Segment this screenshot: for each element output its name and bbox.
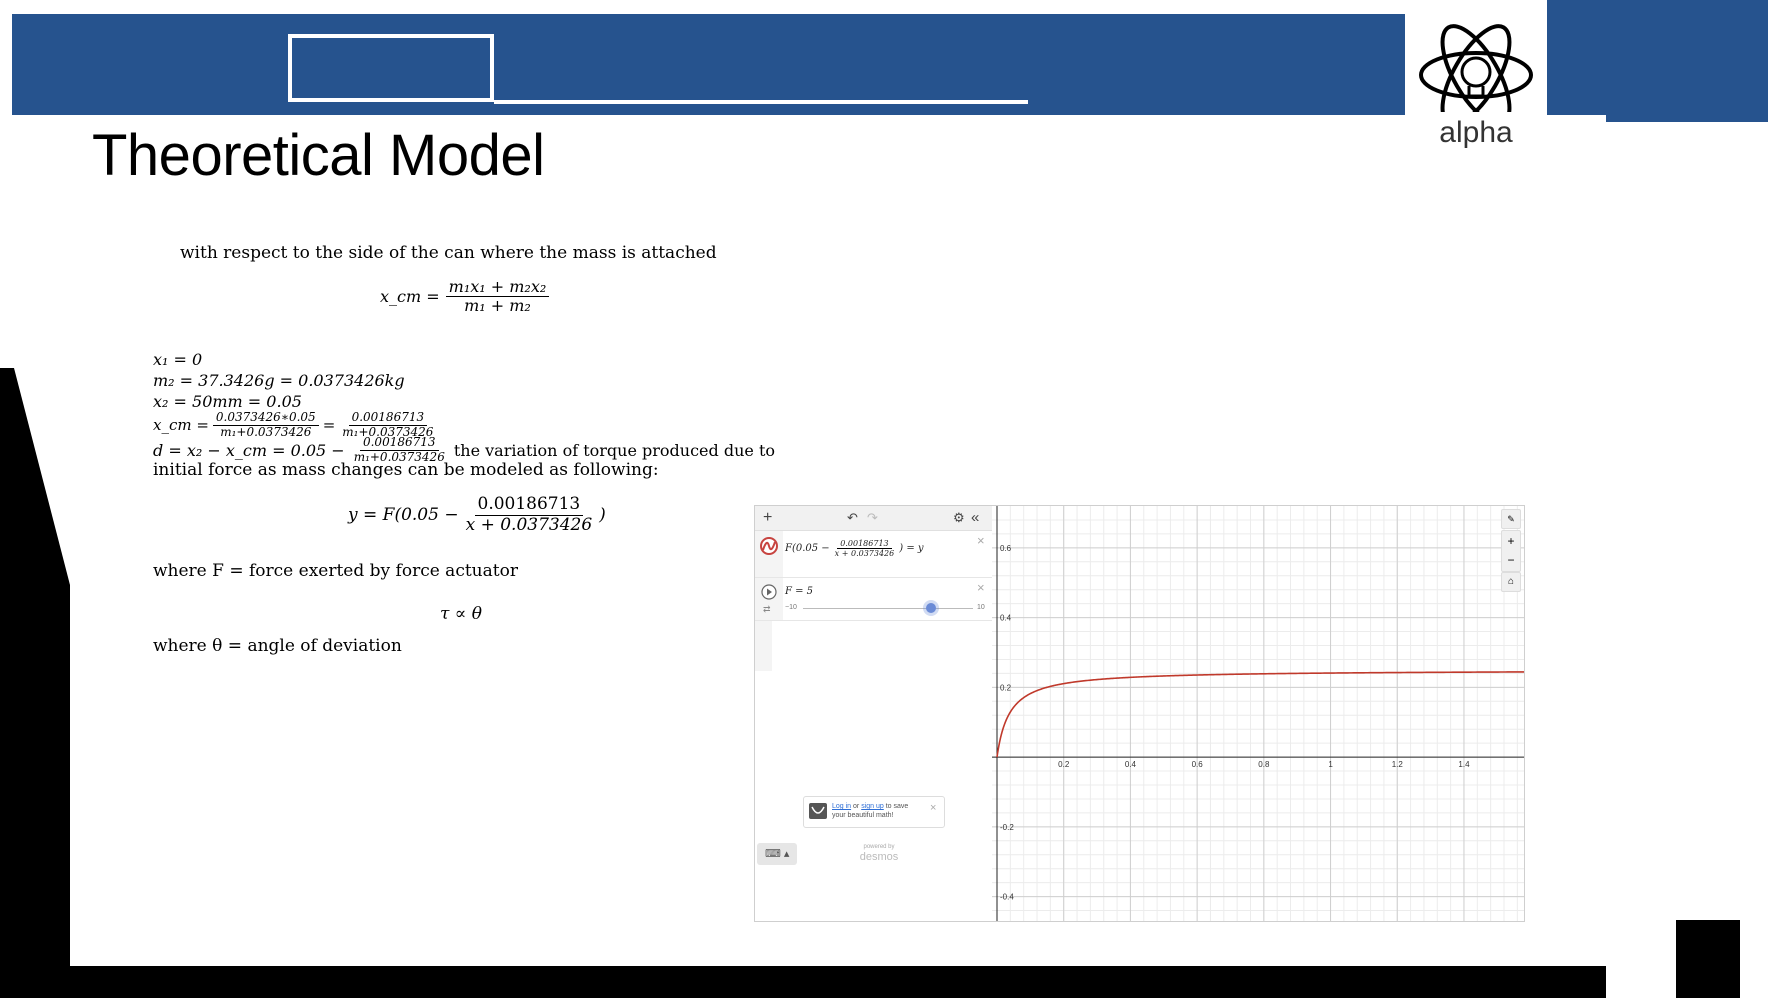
- y-formula: y = F(0.05 − 0.00186713 x + 0.0373426 ): [348, 494, 606, 535]
- expr1-den: x + 0.0373426: [834, 549, 895, 559]
- collapse-panel-icon[interactable]: «: [971, 509, 979, 526]
- redo-button[interactable]: ↷: [867, 510, 878, 526]
- add-expression-button[interactable]: +: [763, 509, 772, 527]
- xcm-lhs: x_cm =: [380, 287, 440, 307]
- wrench-icon: ✎: [1507, 514, 1515, 524]
- expression-row-2[interactable]: ⇄ F = 5 × −10 10: [755, 578, 992, 621]
- header-band-right: [1547, 0, 1768, 122]
- expression-1-formula[interactable]: F(0.05 − 0.00186713 x + 0.0373426 ) = y: [785, 539, 924, 558]
- x-tick-label: 1.2: [1392, 760, 1404, 769]
- zoom-out-button[interactable]: −: [1502, 551, 1520, 571]
- delete-expression-2-icon[interactable]: ×: [977, 580, 985, 595]
- eq-xcm-frac1-num: 0.0373426∗0.05: [212, 410, 319, 426]
- login-link[interactable]: Log in: [832, 803, 851, 810]
- where-f: where F = force exerted by force actuato…: [153, 561, 518, 581]
- expr1-rhs: ) = y: [899, 543, 924, 555]
- slider-track[interactable]: [803, 608, 973, 609]
- expression-panel: + ↶ ↷ ⚙ « F(0.05 − 0.00186713 x + 0.0373…: [755, 506, 993, 921]
- x-tick-label: 0.2: [1058, 760, 1070, 769]
- x-tick-label: 0.6: [1192, 760, 1204, 769]
- page-title: Theoretical Model: [92, 123, 545, 188]
- xcm-formula: x_cm = m₁x₁ + m₂x₂ m₁ + m₂: [380, 277, 550, 316]
- desmos-calculator: + ↶ ↷ ⚙ « F(0.05 − 0.00186713 x + 0.0373…: [754, 505, 1525, 922]
- signup-link[interactable]: sign up: [861, 803, 884, 810]
- xcm-numerator: m₁x₁ + m₂x₂: [445, 277, 550, 298]
- slider-label[interactable]: F = 5: [785, 586, 813, 597]
- login-tail: to save: [883, 803, 909, 810]
- eq-d-tail: the variation of torque produced due to: [453, 440, 776, 460]
- alpha-logo-icon: [1419, 24, 1533, 112]
- expr1-num: 0.00186713: [837, 539, 892, 550]
- keyboard-toggle-button[interactable]: ⌨ ▴: [757, 843, 797, 865]
- y-tick-label: -0.4: [1000, 893, 1014, 902]
- eq-x2: x₂ = 50mm = 0.05: [153, 392, 302, 411]
- slider-thumb[interactable]: [925, 603, 936, 613]
- y-fraction: 0.00186713 x + 0.0373426: [463, 494, 596, 535]
- graph-paper[interactable]: 0.2 0.4 0.6 0.8 1 1.2 1.4 0.6 0.4 0.2 -0.2 -0.4: [992, 506, 1524, 921]
- eq-xcm-frac2-num: 0.00186713: [348, 410, 428, 426]
- logo-wordmark: alpha: [1439, 116, 1513, 149]
- title-underline: [494, 100, 1028, 104]
- y-lhs: y = F(0.05 −: [348, 505, 459, 526]
- bottom-black-bar: [0, 966, 1606, 998]
- xcm-denominator: m₁ + m₂: [464, 296, 531, 316]
- eq-xcm-equals: =: [322, 416, 336, 435]
- corner-black-box: [1676, 920, 1740, 998]
- where-theta: where θ = angle of deviation: [153, 636, 402, 656]
- login-text: Log in or sign up to save your beautiful…: [832, 802, 908, 820]
- login-mid: or: [851, 803, 862, 810]
- eq-xcm-lhs: x_cm =: [153, 416, 209, 435]
- slider-max: 10: [977, 604, 985, 611]
- y-tick-label: 0.4: [1000, 614, 1012, 623]
- graph-background: [992, 506, 1524, 921]
- login-banner: Log in or sign up to save your beautiful…: [803, 796, 945, 828]
- desmos-brand: desmos: [859, 851, 899, 863]
- intro-text: with respect to the side of the can wher…: [180, 243, 717, 263]
- home-zoom-button[interactable]: ⌂: [1501, 572, 1521, 592]
- slider-settings-icon[interactable]: ⇄: [763, 604, 771, 615]
- play-slider-icon[interactable]: [761, 584, 777, 600]
- eq-m2: m₂ = 37.3426g = 0.0373426kg: [153, 371, 405, 390]
- expression-row-1[interactable]: F(0.05 − 0.00186713 x + 0.0373426 ) = y …: [755, 531, 992, 578]
- y-denominator: x + 0.0373426: [465, 514, 593, 535]
- left-black-shape: [0, 368, 70, 998]
- expr1-fraction: 0.00186713 x + 0.0373426: [832, 539, 898, 558]
- desmos-logo-icon: [809, 803, 827, 819]
- title-outline-box: [288, 34, 494, 102]
- undo-button[interactable]: ↶: [847, 510, 858, 526]
- keyboard-icon: ⌨ ▴: [765, 848, 790, 860]
- eq-d-frac-num: 0.00186713: [359, 435, 439, 451]
- eq-d-lhs: d = x₂ − x_cm = 0.05 −: [153, 440, 345, 460]
- zoom-in-button[interactable]: +: [1502, 531, 1520, 551]
- login-line2: your beautiful math!: [832, 812, 894, 820]
- x-tick-label: 0.8: [1258, 760, 1270, 769]
- settings-gear-icon[interactable]: ⚙: [953, 510, 965, 526]
- line-initial: initial force as mass changes can be mod…: [153, 460, 659, 480]
- x-tick-label: 0.4: [1125, 760, 1137, 769]
- y-numerator: 0.00186713: [474, 494, 584, 516]
- close-login-icon[interactable]: ×: [930, 802, 936, 814]
- powered-by: powered by: [863, 844, 895, 850]
- y-close: ): [599, 505, 606, 526]
- x-tick-label: 1.4: [1458, 760, 1470, 769]
- zoom-controls: + −: [1501, 530, 1521, 572]
- expr1-lhs: F(0.05 −: [785, 543, 830, 555]
- expression-gutter-empty: [755, 621, 772, 671]
- eq-x1: x₁ = 0: [153, 350, 203, 369]
- y-tick-label: -0.2: [1000, 823, 1014, 832]
- curve-color-icon[interactable]: [759, 537, 779, 555]
- x-tick-label: 1: [1328, 760, 1333, 769]
- slider-min: −10: [785, 604, 797, 611]
- expression-toolbar: + ↶ ↷ ⚙ «: [755, 506, 992, 531]
- y-tick-label: 0.6: [1000, 544, 1012, 553]
- tau-proportional: τ ∝ θ: [440, 604, 482, 624]
- graph-settings-button[interactable]: ✎: [1501, 509, 1521, 529]
- xcm-fraction: m₁x₁ + m₂x₂ m₁ + m₂: [445, 277, 550, 316]
- y-tick-label: 0.2: [1000, 683, 1012, 692]
- delete-expression-1-icon[interactable]: ×: [977, 533, 985, 548]
